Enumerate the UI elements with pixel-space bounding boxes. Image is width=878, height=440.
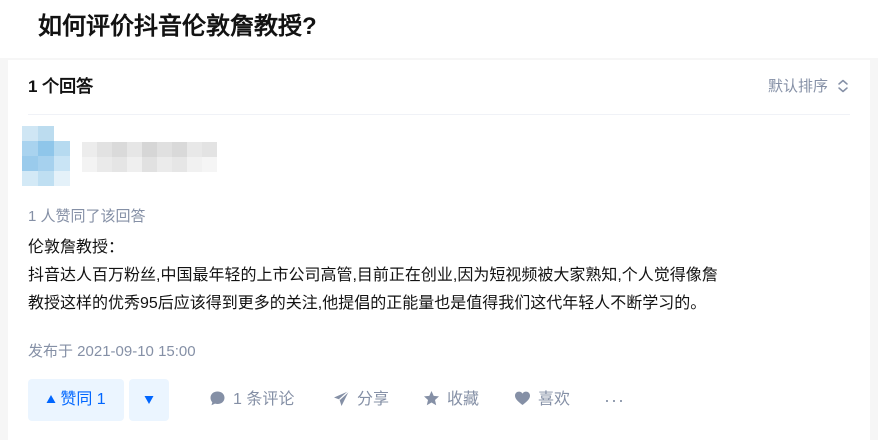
triangle-down-icon [144,396,154,404]
content-line: 抖音达人百万粉丝,中国最年轻的上市公司高管,目前正在创业,因为短视频被大家熟知,… [28,267,718,284]
vote-down-button[interactable] [129,379,169,421]
author-name[interactable] [82,142,218,172]
comment-button[interactable]: 1 条评论 [209,379,294,421]
answers-header: 1 个回答 默认排序 [28,74,850,115]
favorite-label: 收藏 [447,391,480,408]
paper-plane-icon [334,390,350,406]
like-label: 喜欢 [538,391,571,408]
heart-icon [515,391,530,405]
triangle-up-icon [46,395,56,403]
star-icon [424,391,439,406]
content-line: 教授这样的优秀95后应该得到更多的关注,他提倡的正能量也是值得我们这代年轻人不断… [28,295,707,312]
avatar[interactable] [22,126,70,186]
author-info[interactable] [22,126,322,190]
voters-count[interactable]: 1 人赞同了该回答 [28,206,146,228]
share-button[interactable]: 分享 [333,379,389,421]
question-header: 如何评价抖音伦敦詹教授? [0,0,878,58]
answer-count: 1 个回答 [28,77,94,96]
comment-bubble-icon [210,391,225,406]
sort-label: 默认排序 [767,78,828,95]
answer-card: 1 个回答 默认排序 1 人赞同了该回答 伦敦詹教授： 抖音达人百万粉丝,中国最… [8,60,870,440]
comment-label: 1 条评论 [233,391,295,408]
sort-button[interactable]: 默认排序 [768,74,850,100]
chevron-up-down-icon [838,79,848,93]
vote-up-button[interactable]: 赞同 1 [28,379,124,421]
like-button[interactable]: 喜欢 [514,379,570,421]
answer-content: 伦敦詹教授： 抖音达人百万粉丝,中国最年轻的上市公司高管,目前正在创业,因为短视… [28,234,848,318]
ellipsis-icon[interactable]: ··· [604,379,625,421]
share-label: 分享 [357,391,390,408]
publish-time[interactable]: 发布于 2021-09-10 15:00 [28,340,196,364]
vote-up-label: 赞同 1 [60,391,106,408]
content-line: 伦敦詹教授： [28,239,125,256]
answer-actions: 赞同 1 1 条评论 分享 收藏 喜欢 ··· [28,379,848,421]
question-title: 如何评价抖音伦敦詹教授? [38,13,317,40]
favorite-button[interactable]: 收藏 [423,379,479,421]
